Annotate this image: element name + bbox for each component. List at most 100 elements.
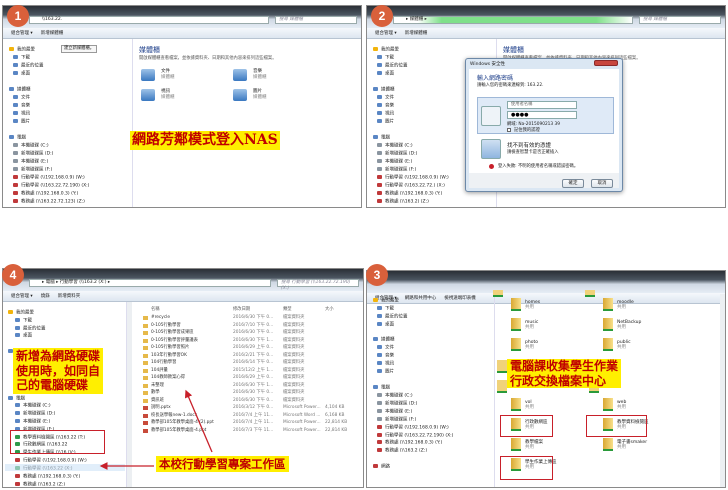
desktop-icon	[377, 322, 382, 326]
panel3-nav-item[interactable]: 新增磁碟區 (F:)	[377, 417, 416, 424]
panel3-nav-item[interactable]: 網路	[373, 464, 390, 471]
drive-icon	[377, 417, 382, 421]
library-icon	[373, 337, 378, 341]
share-folder[interactable]: vol 共用	[511, 398, 534, 411]
panel3-nav-item[interactable]: 行動學習 (\\192.168.0.9) (W:)	[377, 425, 449, 432]
share-folder-icon	[603, 398, 613, 411]
share-folder[interactable]: photo 共用	[511, 338, 538, 351]
share-folder[interactable]: 電子書smaker 共用	[603, 438, 647, 451]
share-folder[interactable]: moodle 共用	[603, 298, 634, 311]
share-folder[interactable]: homes 共用	[511, 298, 540, 311]
panel3-nav-item[interactable]: 行動學習 (\\163.22.72.190) (X:)	[377, 433, 453, 440]
share-folder-partial-icon	[585, 290, 595, 297]
caption-line: 電腦課收集學生作業	[510, 359, 619, 373]
share-type: 共用	[525, 445, 534, 450]
nav-item-label: 新增磁碟區 (F:)	[385, 417, 417, 423]
share-folder[interactable]: public 共用	[603, 338, 631, 351]
highlight-student-share	[500, 456, 553, 480]
nav-item-label: 圖片	[385, 369, 394, 375]
nav-item-label: 文件	[385, 345, 394, 351]
panel3-nav-item[interactable]: 媒體櫃	[373, 337, 395, 344]
share-folder-icon	[511, 298, 521, 311]
panel3-nav-item[interactable]: 最近的位置	[377, 314, 408, 321]
nav-item-label: 電腦	[381, 385, 390, 391]
drive-icon	[377, 425, 382, 429]
star-icon	[373, 298, 378, 302]
drive-icon	[377, 448, 382, 452]
nav-item-label: 桌面	[385, 322, 394, 328]
share-type: 共用	[617, 305, 626, 310]
share-folder-icon	[511, 398, 521, 411]
highlight-teaching-share	[586, 415, 647, 437]
share-folder-partial-icon	[493, 290, 503, 297]
panel3-title-bar	[367, 271, 725, 293]
panel3-nav-item[interactable]: 圖片	[377, 369, 394, 376]
drive-icon	[377, 433, 382, 437]
share-type: 共用	[617, 325, 626, 330]
share-folder[interactable]: web 共用	[603, 398, 626, 411]
drive-icon	[377, 401, 382, 405]
arrow-to-files	[184, 389, 213, 453]
caption-line: 行政交換檔案中心	[510, 373, 607, 388]
panel3-nav-item[interactable]: 文件	[377, 345, 394, 352]
panel3-nav-item[interactable]: 電腦	[373, 385, 390, 392]
share-folder[interactable]: NetBackup 共用	[603, 318, 641, 331]
computer-icon	[373, 385, 378, 389]
panel4-step-badge: 4	[2, 264, 24, 286]
drive-icon	[377, 393, 382, 397]
share-folder-icon	[603, 338, 613, 351]
nav-item-label: 網路	[381, 464, 390, 470]
video-icon	[377, 361, 382, 365]
share-folder-icon	[603, 318, 613, 331]
caption-homework-exchange: 電腦課收集學生作業 行政交換檔案中心	[507, 359, 622, 388]
share-folder[interactable]: 教學檔案 共用	[511, 438, 543, 451]
panel3-nav-item[interactable]: 下載	[377, 306, 394, 313]
nav-item-label: 下載	[385, 306, 394, 312]
share-type: 共用	[617, 345, 626, 350]
share-folder-icon	[511, 318, 521, 331]
panel3-nav-item[interactable]: 視訊	[377, 361, 394, 368]
content-scrollbar[interactable]	[720, 294, 725, 487]
nav-item-label: 教務處 (\\163.2 (Z:)	[385, 448, 428, 454]
share-type: 共用	[525, 345, 534, 350]
panel3-nav-item[interactable]: 教務處 (\\192.168.0.3) (Y:)	[377, 440, 442, 447]
document-icon	[377, 345, 382, 349]
share-type: 共用	[525, 305, 534, 310]
panel3-nav-item[interactable]: 新增磁碟區 (D:)	[377, 401, 417, 408]
drive-icon	[377, 440, 382, 444]
nav-item-label: 本機磁碟 (E:)	[385, 409, 413, 415]
nav-item-label: 行動學習 (\\163.22.72.190) (X:)	[385, 433, 454, 439]
share-folder[interactable]: music 共用	[511, 318, 538, 331]
nav-item-label: 本機磁碟 (C:)	[385, 393, 413, 399]
nav-item-label: 最近的位置	[385, 314, 408, 320]
share-type: 共用	[617, 405, 626, 410]
share-type: 共用	[525, 405, 534, 410]
share-folder-icon	[497, 380, 507, 393]
drive-icon	[377, 409, 382, 413]
share-type: 共用	[617, 445, 626, 450]
highlight-admin-share	[500, 415, 553, 437]
share-folder-icon	[497, 360, 507, 373]
nav-item-label: 音樂	[385, 353, 394, 359]
panel3-nav-item[interactable]: 我的最愛	[373, 298, 399, 305]
share-folder-icon	[511, 338, 521, 351]
network-icon	[373, 464, 378, 468]
nav-item-label: 新增磁碟區 (D:)	[385, 401, 418, 407]
share-type: 共用	[525, 325, 534, 330]
panel3-nav-item[interactable]: 音樂	[377, 353, 394, 360]
panel3-nav-item[interactable]: 本機磁碟 (C:)	[377, 393, 413, 400]
panel3-nav-item[interactable]: 桌面	[377, 322, 394, 329]
nav-item-label: 教務處 (\\192.168.0.3) (Y:)	[385, 440, 443, 446]
panel3-nav-item[interactable]: 教務處 (\\163.2 (Z:)	[377, 448, 427, 455]
nav-item-label: 我的最愛	[381, 298, 399, 304]
nav-item-label: 媒體櫃	[381, 337, 395, 343]
panel3-nav-item[interactable]: 本機磁碟 (E:)	[377, 409, 412, 416]
nav-item-label: 視訊	[385, 361, 394, 367]
share-folder-icon	[511, 438, 521, 451]
nav-item-label: 行動學習 (\\192.168.0.9) (W:)	[385, 425, 449, 431]
panel3-step-badge: 3	[366, 264, 388, 286]
share-folder-icon	[603, 298, 613, 311]
panel3-navigation-pane: 我的最愛下載最近的位置桌面媒體櫃文件音樂視訊圖片電腦本機磁碟 (C:) 新增磁碟區…	[367, 294, 495, 487]
music-icon	[377, 353, 382, 357]
folder-icon	[377, 314, 382, 318]
